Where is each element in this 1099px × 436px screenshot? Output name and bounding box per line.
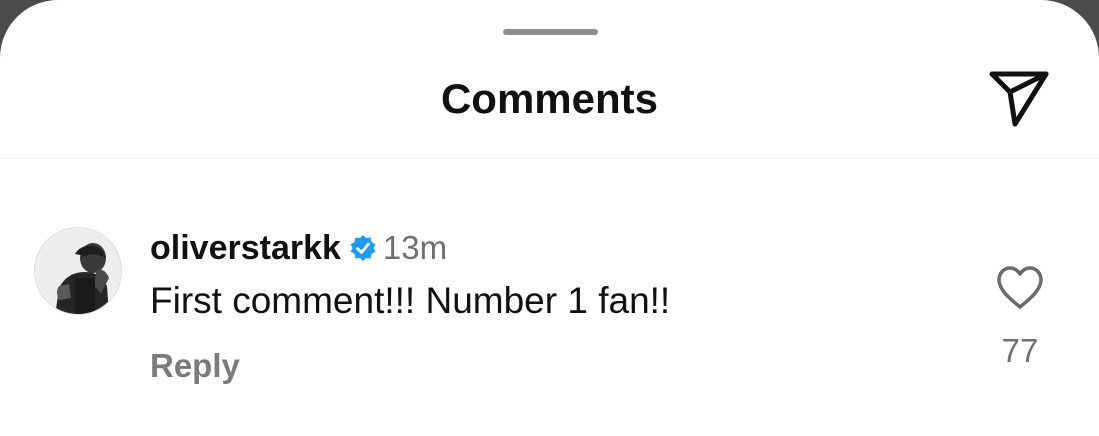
comment-item: oliverstarkk 13m First comment!!! Number… [0,200,1099,420]
avatar[interactable] [34,227,122,315]
comments-sheet: Comments oliverstarkk 13m First comment!… [0,0,1099,436]
comment-text: First comment!!! Number 1 fan!! [150,280,671,321]
header-divider [0,158,1099,159]
comment-username[interactable]: oliverstarkk [150,229,341,268]
heart-outline-icon [997,266,1043,309]
user-avatar-image [35,228,121,314]
sheet-grabber-handle[interactable] [503,29,598,35]
paper-plane-icon [989,71,1049,127]
like-count: 77 [1001,332,1039,369]
comment-timestamp: 13m [382,229,448,266]
sheet-title: Comments [440,75,659,122]
verified-badge-icon [349,234,377,262]
share-button[interactable] [984,66,1054,130]
comment-meta: oliverstarkk 13m [150,228,447,268]
reply-button[interactable]: Reply [150,347,240,385]
like-button[interactable] [995,265,1045,311]
